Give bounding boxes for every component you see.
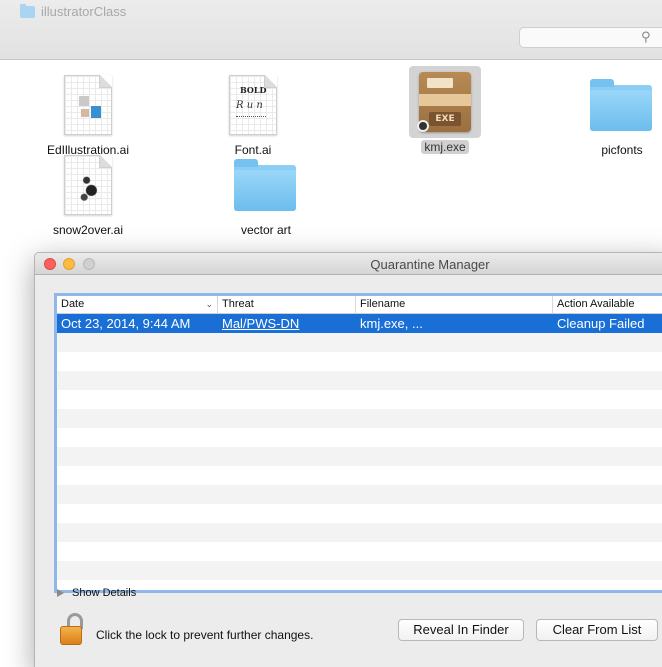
reveal-in-finder-button[interactable]: Reveal In Finder (398, 619, 524, 641)
table-row-empty (57, 371, 662, 390)
table-row-empty (57, 352, 662, 371)
table-row-empty (57, 561, 662, 580)
column-header-label: Threat (222, 298, 254, 310)
finder-title-label: illustratorClass (41, 4, 127, 19)
font-thumb-line2: R u n (236, 100, 263, 111)
magnifier-icon: ⚲ (641, 29, 651, 44)
finder-toolbar: illustratorClass ⚲ (0, 0, 662, 60)
file-item-vector-art[interactable]: vector art (206, 149, 326, 237)
column-header-filename[interactable]: Filename (356, 296, 553, 314)
column-header-date[interactable]: Date ⌄ (57, 296, 218, 314)
folder-icon (230, 149, 302, 221)
exe-badge: EXE (429, 112, 461, 126)
window-titlebar[interactable]: Quarantine Manager (35, 253, 662, 275)
ai-document-icon: BOLD R u n (217, 69, 289, 141)
exe-archive-icon: EXE (409, 66, 481, 138)
table-row-empty (57, 523, 662, 542)
finder-window-title: illustratorClass (20, 3, 127, 19)
ai-document-icon (52, 149, 124, 221)
folder-icon (586, 69, 658, 141)
unlocked-padlock-icon[interactable] (58, 613, 88, 647)
font-thumb-line1: BOLD (240, 85, 267, 95)
file-item-font[interactable]: BOLD R u n Font.ai (193, 69, 313, 157)
table-body: Oct 23, 2014, 9:44 AM Mal/PWS-DN kmj.exe… (57, 314, 662, 580)
table-row-empty (57, 447, 662, 466)
file-item-kmj-exe[interactable]: EXE kmj.exe (385, 66, 505, 154)
column-header-label: Date (61, 298, 85, 310)
column-header-threat[interactable]: Threat (218, 296, 356, 314)
ai-document-icon (52, 69, 124, 141)
quarantine-table[interactable]: Date ⌄ Threat Filename Action Available … (54, 293, 662, 593)
lock-message: Click the lock to prevent further change… (96, 628, 314, 642)
sort-chevron-icon: ⌄ (205, 299, 213, 309)
clear-from-list-button[interactable]: Clear From List (536, 619, 658, 641)
show-details-label: Show Details (72, 587, 137, 599)
cell-filename: kmj.exe, ... (360, 316, 423, 331)
finder-search-field[interactable]: ⚲ (519, 27, 662, 48)
file-item-snow2over[interactable]: snow2over.ai (28, 149, 148, 237)
table-row-empty (57, 409, 662, 428)
table-row-empty (57, 542, 662, 561)
file-label: picfonts (601, 143, 643, 157)
table-row[interactable]: Oct 23, 2014, 9:44 AM Mal/PWS-DN kmj.exe… (57, 314, 662, 333)
table-row-empty (57, 428, 662, 447)
table-row-empty (57, 466, 662, 485)
quarantine-manager-window: Quarantine Manager Date ⌄ Threat Filenam… (34, 252, 662, 667)
file-label-text: kmj.exe (421, 140, 469, 154)
window-title: Quarantine Manager (370, 257, 490, 272)
table-header: Date ⌄ Threat Filename Action Available (57, 296, 662, 314)
table-row-empty (57, 485, 662, 504)
table-row-empty (57, 390, 662, 409)
file-label: vector art (240, 223, 291, 237)
column-header-label: Action Available (557, 298, 635, 310)
show-details-disclosure[interactable]: Show Details (57, 587, 136, 599)
disclosure-triangle-icon[interactable] (57, 589, 64, 597)
column-header-label: Filename (360, 298, 406, 310)
file-label: snow2over.ai (52, 223, 124, 237)
column-header-action[interactable]: Action Available (553, 296, 662, 314)
cell-date: Oct 23, 2014, 9:44 AM (61, 316, 191, 331)
lock-badge-icon (417, 120, 429, 132)
file-item-edillustration[interactable]: EdIllustration.ai (28, 69, 148, 157)
folder-icon (20, 3, 35, 18)
file-item-picfonts[interactable]: picfonts (562, 69, 662, 157)
table-row-empty (57, 333, 662, 352)
table-row-empty (57, 504, 662, 523)
file-label-selected: kmj.exe (385, 140, 505, 154)
cell-action: Cleanup Failed (557, 316, 645, 331)
cell-threat-link[interactable]: Mal/PWS-DN (218, 314, 299, 333)
